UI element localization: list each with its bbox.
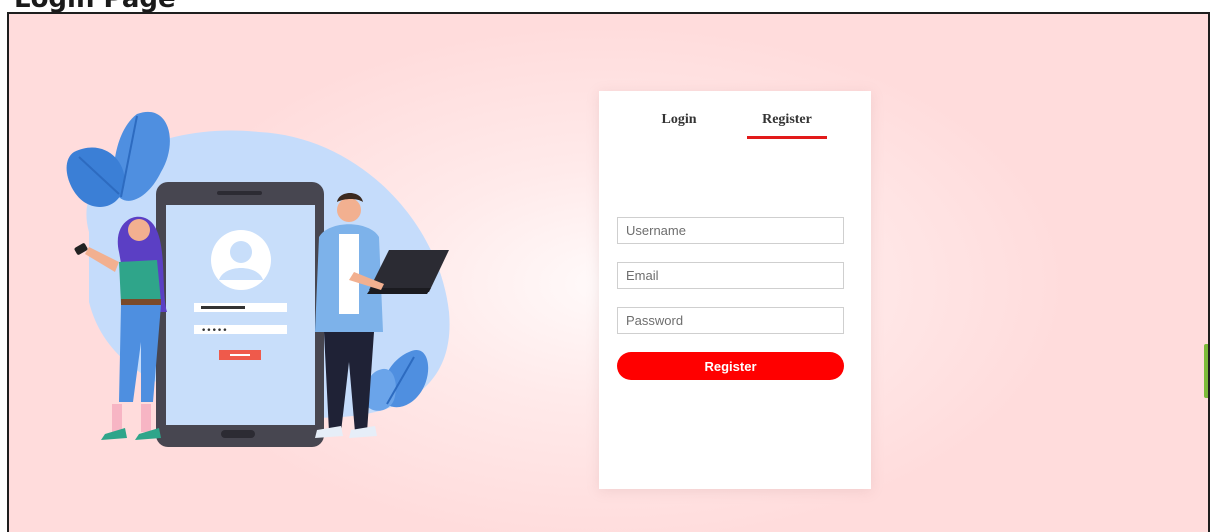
login-illustration: ••••• xyxy=(66,111,450,447)
password-field[interactable] xyxy=(617,307,844,334)
phone-icon: ••••• xyxy=(156,182,324,447)
tab-login[interactable]: Login xyxy=(639,109,719,139)
tab-register[interactable]: Register xyxy=(747,109,827,139)
auth-card: Login Register Register xyxy=(599,91,871,489)
register-button[interactable]: Register xyxy=(617,352,844,380)
page-header-text: Login Page xyxy=(14,0,176,12)
main-frame: ••••• Login Register Username Email Regi… xyxy=(7,12,1210,532)
side-edge-tab[interactable] xyxy=(1204,344,1208,398)
email-field[interactable] xyxy=(617,262,844,289)
username-field[interactable] xyxy=(617,217,844,244)
auth-tabs: Login Register xyxy=(599,109,871,149)
page-header-cutoff: Login Page xyxy=(0,0,1212,12)
svg-text:•••••: ••••• xyxy=(201,326,228,336)
